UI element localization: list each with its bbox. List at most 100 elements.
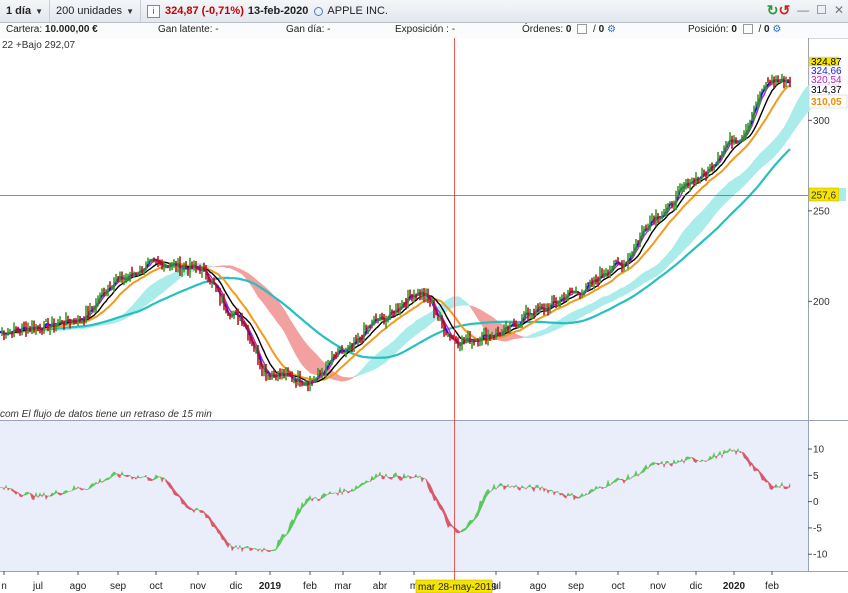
cloud-segment bbox=[261, 283, 265, 305]
position-box-icon[interactable] bbox=[742, 24, 753, 35]
oscillator-segment bbox=[535, 484, 539, 488]
maximize-icon[interactable]: ☐ bbox=[816, 3, 827, 17]
window-controls: ↻↺ — ☐ ✕ bbox=[767, 3, 844, 17]
oscillator-tick-label: -5 bbox=[813, 523, 822, 534]
cloud-segment bbox=[595, 299, 599, 310]
cloud-segment bbox=[65, 328, 69, 331]
price-tag: 314,37 bbox=[808, 84, 842, 96]
oscillator-segment bbox=[199, 510, 203, 513]
cloud-segment bbox=[671, 245, 675, 263]
x-tick-label: oct bbox=[149, 581, 163, 592]
cloud-segment bbox=[703, 206, 707, 230]
cloud-segment bbox=[641, 272, 645, 285]
price-chart[interactable]: 22 +Bajo 292,07 com El flujo de datos ti… bbox=[0, 38, 848, 593]
cloud-segment bbox=[795, 99, 799, 129]
cloud-segment bbox=[551, 322, 555, 332]
cloud-segment bbox=[335, 373, 339, 381]
cloud-segment bbox=[287, 315, 291, 344]
sync-icon[interactable]: ↻↺ bbox=[767, 3, 790, 17]
cloud-segment bbox=[697, 213, 701, 236]
x-tick-label: dic bbox=[230, 581, 243, 592]
cloud-segment bbox=[639, 273, 643, 287]
cloud-segment bbox=[777, 131, 781, 154]
timeframe-label: 1 día bbox=[6, 5, 32, 17]
cloud-segment bbox=[209, 265, 213, 268]
cloud-segment bbox=[755, 155, 759, 174]
crosshair-date-tag: mar 28-may-2019 bbox=[415, 579, 497, 593]
cloud-segment bbox=[657, 261, 661, 276]
cloud-segment bbox=[283, 308, 287, 336]
cloud-segment bbox=[257, 280, 261, 300]
cloud-segment bbox=[227, 265, 231, 269]
cloud-segment bbox=[805, 85, 809, 115]
cloud-segment bbox=[139, 293, 143, 311]
cloud-segment bbox=[459, 296, 463, 306]
cloud-segment bbox=[599, 296, 603, 308]
cloud-segment bbox=[803, 87, 807, 118]
cloud-segment bbox=[295, 328, 299, 360]
cloud-segment bbox=[765, 145, 769, 165]
cloud-segment bbox=[669, 248, 673, 265]
cloud-segment bbox=[601, 296, 605, 307]
cloud-segment bbox=[647, 268, 651, 282]
cloud-segment bbox=[217, 265, 221, 268]
units-dropdown[interactable]: 200 unidades ▼ bbox=[50, 0, 141, 22]
cloud-segment bbox=[385, 345, 389, 363]
cloud-segment bbox=[635, 276, 639, 289]
position-value-2: 0 bbox=[764, 24, 770, 35]
cloud-segment bbox=[767, 143, 771, 163]
cloud-segment bbox=[427, 312, 431, 327]
timeframe-dropdown[interactable]: 1 día ▼ bbox=[0, 0, 50, 22]
cloud-segment bbox=[775, 134, 779, 156]
cloud-segment bbox=[281, 305, 285, 333]
cloud-segment bbox=[383, 346, 387, 364]
gear-icon[interactable]: ⚙ bbox=[772, 24, 781, 35]
cloud-segment bbox=[159, 278, 163, 296]
oscillator-segment bbox=[125, 474, 129, 478]
cloud-segment bbox=[481, 310, 485, 329]
cloud-segment bbox=[423, 314, 427, 330]
gear-icon[interactable]: ⚙ bbox=[607, 24, 616, 35]
cloud-segment bbox=[137, 296, 141, 312]
x-tick-label: ago bbox=[70, 581, 87, 592]
crosshair-price-label: 257,6 bbox=[811, 191, 836, 202]
x-tick-label: 2019 bbox=[259, 581, 282, 592]
price-tick-label: 200 bbox=[813, 297, 830, 308]
cloud-segment bbox=[731, 178, 735, 198]
cloud-segment bbox=[311, 349, 315, 375]
cloud-segment bbox=[705, 203, 709, 227]
cloud-segment bbox=[397, 333, 401, 352]
cloud-segment bbox=[659, 259, 663, 275]
cloud-segment bbox=[429, 311, 433, 325]
cloud-segment bbox=[713, 194, 717, 217]
cloud-segment bbox=[515, 333, 519, 339]
cloud-segment bbox=[165, 275, 169, 291]
oscillator-tick-label: 0 bbox=[813, 497, 819, 508]
cloud-segment bbox=[413, 320, 417, 338]
cloud-segment bbox=[757, 152, 761, 172]
position-status: Posición: 0 / 0 ⚙ bbox=[688, 24, 782, 35]
cloud-segment bbox=[789, 111, 793, 138]
cloud-segment bbox=[663, 255, 667, 271]
cloud-segment bbox=[395, 336, 399, 354]
cloud-segment bbox=[771, 139, 775, 160]
cloud-segment bbox=[725, 182, 729, 204]
cloud-segment bbox=[171, 272, 175, 286]
minimize-icon[interactable]: — bbox=[797, 3, 809, 17]
orders-box-icon[interactable] bbox=[577, 24, 588, 35]
cloud-segment bbox=[405, 326, 409, 344]
cloud-segment bbox=[135, 298, 139, 313]
cloud-segment bbox=[539, 330, 543, 337]
cloud-segment bbox=[545, 326, 549, 335]
cloud-segment bbox=[783, 123, 787, 146]
close-icon[interactable]: ✕ bbox=[834, 3, 844, 17]
cloud-segment bbox=[645, 270, 649, 283]
cloud-segment bbox=[231, 265, 235, 271]
price-tags: 324,87324,66320,54314,37310,05 bbox=[808, 56, 848, 109]
position-value: 0 bbox=[731, 24, 737, 35]
info-icon[interactable]: i bbox=[146, 4, 160, 18]
cloud-segment bbox=[699, 210, 703, 235]
cloud-segment bbox=[347, 377, 351, 381]
cloud-segment bbox=[547, 325, 551, 334]
cloud-segment bbox=[717, 190, 721, 212]
